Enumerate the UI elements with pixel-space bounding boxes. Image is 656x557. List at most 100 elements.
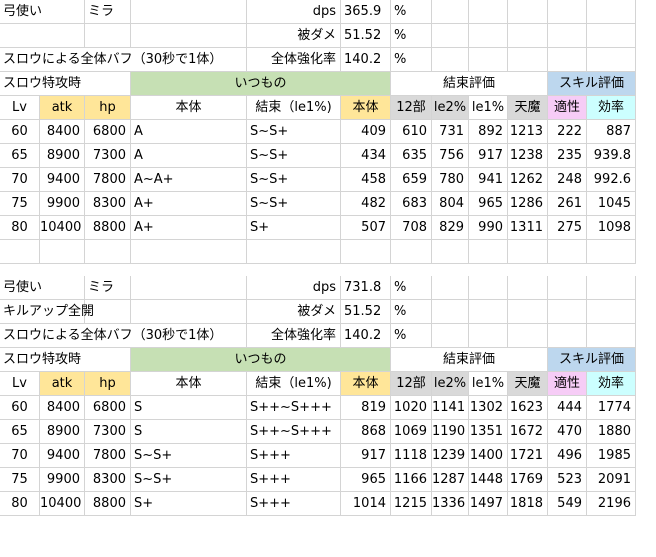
- table-cell[interactable]: 1880: [587, 420, 636, 444]
- table-cell[interactable]: 8900: [40, 420, 85, 444]
- cell[interactable]: [391, 240, 432, 264]
- info-unit[interactable]: %: [391, 276, 432, 300]
- table-cell[interactable]: S~S+: [247, 120, 341, 144]
- table-cell[interactable]: 222: [548, 120, 587, 144]
- cell[interactable]: [508, 300, 548, 324]
- group-itsumono[interactable]: いつもの: [131, 348, 391, 372]
- table-cell[interactable]: S~S+: [247, 144, 341, 168]
- cell[interactable]: [548, 0, 587, 24]
- table-cell[interactable]: 523: [548, 468, 587, 492]
- cell[interactable]: [587, 24, 636, 48]
- table-cell[interactable]: 731: [432, 120, 469, 144]
- column-header[interactable]: 本体: [131, 372, 247, 396]
- table-cell[interactable]: 1311: [508, 216, 548, 240]
- table-cell[interactable]: 990: [469, 216, 508, 240]
- column-header[interactable]: 適性: [548, 96, 587, 120]
- table-cell[interactable]: 80: [0, 492, 40, 516]
- table-cell[interactable]: S~S+: [247, 168, 341, 192]
- table-cell[interactable]: 780: [432, 168, 469, 192]
- table-cell[interactable]: 458: [341, 168, 391, 192]
- table-cell[interactable]: A~A+: [131, 168, 247, 192]
- column-header[interactable]: hp: [85, 372, 131, 396]
- column-header[interactable]: 結束（le1%): [247, 96, 341, 120]
- column-header[interactable]: le2%: [432, 372, 469, 396]
- table-cell[interactable]: 1351: [469, 420, 508, 444]
- table-cell[interactable]: 1045: [587, 192, 636, 216]
- cell[interactable]: [131, 24, 247, 48]
- table-cell[interactable]: 887: [587, 120, 636, 144]
- column-header[interactable]: Lv: [0, 96, 40, 120]
- table-cell[interactable]: 1069: [391, 420, 432, 444]
- table-cell[interactable]: 549: [548, 492, 587, 516]
- table-cell[interactable]: 7800: [85, 168, 131, 192]
- table-cell[interactable]: 8900: [40, 144, 85, 168]
- table-cell[interactable]: 829: [432, 216, 469, 240]
- cell[interactable]: [587, 324, 636, 348]
- table-cell[interactable]: A+: [131, 216, 247, 240]
- table-cell[interactable]: 6800: [85, 120, 131, 144]
- info-label[interactable]: キルアップ全開: [0, 300, 94, 324]
- table-cell[interactable]: 892: [469, 120, 508, 144]
- table-cell[interactable]: 8800: [85, 492, 131, 516]
- cell[interactable]: [469, 324, 508, 348]
- table-cell[interactable]: 8400: [40, 396, 85, 420]
- info-label[interactable]: スロウによる全体バフ（30秒で1体）: [0, 48, 247, 72]
- column-header[interactable]: hp: [85, 96, 131, 120]
- cell[interactable]: [508, 0, 548, 24]
- column-header[interactable]: 本体: [341, 96, 391, 120]
- table-cell[interactable]: 683: [391, 192, 432, 216]
- column-header[interactable]: 本体: [341, 372, 391, 396]
- cell[interactable]: [587, 0, 636, 24]
- table-cell[interactable]: S~S+: [131, 468, 247, 492]
- table-cell[interactable]: 1238: [508, 144, 548, 168]
- table-cell[interactable]: 939.8: [587, 144, 636, 168]
- group-kessoku[interactable]: 結束評価: [391, 72, 548, 96]
- table-cell[interactable]: S: [131, 420, 247, 444]
- group-title[interactable]: スロウ特攻時: [0, 348, 131, 372]
- table-cell[interactable]: 610: [391, 120, 432, 144]
- table-cell[interactable]: 482: [341, 192, 391, 216]
- table-cell[interactable]: 965: [341, 468, 391, 492]
- table-cell[interactable]: 708: [391, 216, 432, 240]
- group-skill[interactable]: スキル評価: [548, 348, 636, 372]
- table-cell[interactable]: 9400: [40, 168, 85, 192]
- column-header[interactable]: le1%: [469, 96, 508, 120]
- table-cell[interactable]: 75: [0, 468, 40, 492]
- table-cell[interactable]: 1020: [391, 396, 432, 420]
- column-header[interactable]: 12部: [391, 96, 432, 120]
- cell[interactable]: [432, 240, 469, 264]
- table-cell[interactable]: 65: [0, 420, 40, 444]
- table-cell[interactable]: 1774: [587, 396, 636, 420]
- table-cell[interactable]: 70: [0, 444, 40, 468]
- table-cell[interactable]: 8400: [40, 120, 85, 144]
- cell[interactable]: [469, 48, 508, 72]
- cell[interactable]: [587, 240, 636, 264]
- cell[interactable]: [508, 324, 548, 348]
- cell[interactable]: [40, 240, 85, 264]
- table-cell[interactable]: S+++: [247, 468, 341, 492]
- cell[interactable]: [587, 276, 636, 300]
- info-key[interactable]: dps: [247, 0, 341, 24]
- info-unit[interactable]: %: [391, 300, 432, 324]
- group-kessoku[interactable]: 結束評価: [391, 348, 548, 372]
- cell[interactable]: [548, 276, 587, 300]
- info-value[interactable]: 140.2: [341, 48, 391, 72]
- info-value[interactable]: 365.9: [341, 0, 391, 24]
- table-cell[interactable]: 1400: [469, 444, 508, 468]
- info-label[interactable]: 弓使い: [0, 276, 85, 300]
- info-unit[interactable]: %: [391, 324, 432, 348]
- info-value[interactable]: 140.2: [341, 324, 391, 348]
- table-cell[interactable]: 1497: [469, 492, 508, 516]
- table-cell[interactable]: 1190: [432, 420, 469, 444]
- column-header[interactable]: le2%: [432, 96, 469, 120]
- cell[interactable]: [469, 300, 508, 324]
- table-cell[interactable]: S: [131, 396, 247, 420]
- cell[interactable]: [432, 48, 469, 72]
- column-header[interactable]: 12部: [391, 372, 432, 396]
- cell[interactable]: [548, 24, 587, 48]
- info-label[interactable]: 弓使い: [0, 0, 85, 24]
- table-cell[interactable]: 1302: [469, 396, 508, 420]
- table-cell[interactable]: 65: [0, 144, 40, 168]
- table-cell[interactable]: A: [131, 144, 247, 168]
- cell[interactable]: [469, 24, 508, 48]
